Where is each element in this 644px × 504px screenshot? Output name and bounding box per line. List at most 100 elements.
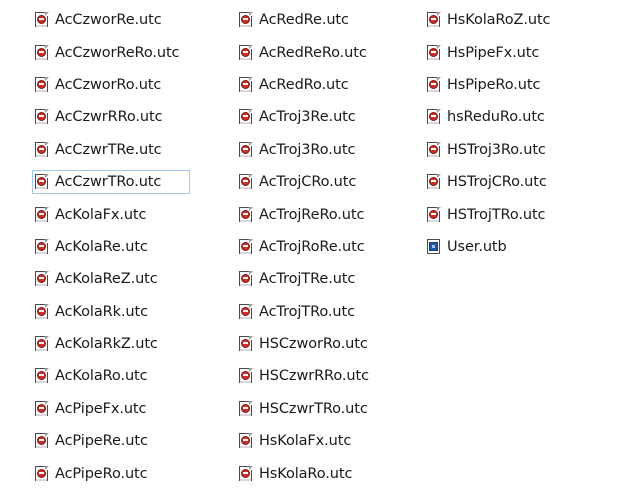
file-item[interactable]: AcCzworReRo.utc xyxy=(28,36,194,68)
utc-file-icon xyxy=(34,174,50,190)
file-list-pane: AcCzworRe.utc AcCzworReRo.utc AcCzworRo.ut… xyxy=(0,0,644,504)
file-name-label: AcCzwrTRe.utc xyxy=(55,141,162,158)
file-name-label: AcRedRe.utc xyxy=(259,12,349,29)
utc-file-icon xyxy=(34,238,50,255)
utc-file-icon xyxy=(426,44,442,61)
utc-file-icon xyxy=(34,206,50,223)
file-item[interactable]: HsPipeFx.utc xyxy=(420,36,550,68)
utc-file-icon xyxy=(238,206,254,223)
file-item[interactable]: HsKolaRoZ.utc xyxy=(420,4,551,36)
file-item[interactable]: AcTroj3Re.utc xyxy=(232,101,369,133)
utc-file-icon xyxy=(238,336,254,352)
file-name-label: HSCzworRo.utc xyxy=(259,336,368,353)
file-name-label: hsReduRo.utc xyxy=(447,109,545,126)
file-name-label: AcCzwrTRo.utc xyxy=(55,174,162,191)
file-item[interactable]: HsKolaRo.utc xyxy=(232,457,369,489)
utc-file-icon xyxy=(34,336,50,352)
file-name-label: AcCzworRe.utc xyxy=(55,12,162,29)
utc-file-icon xyxy=(426,206,442,223)
file-column-1: AcCzworRe.utc AcCzworReRo.utc AcCzworRo.ut… xyxy=(28,4,194,490)
file-name-label: AcTrojCRo.utc xyxy=(259,174,357,191)
utc-file-icon xyxy=(238,141,254,158)
file-name-label: AcPipeRe.utc xyxy=(55,433,148,450)
utc-file-icon xyxy=(238,433,254,449)
file-item[interactable]: HSTrojCRo.utc xyxy=(420,166,550,198)
utc-file-icon xyxy=(238,76,254,93)
file-item[interactable]: AcRedReRo.utc xyxy=(232,36,369,68)
file-item[interactable]: HsKolaFx.utc xyxy=(232,425,369,457)
file-item[interactable]: AcTrojReRo.utc xyxy=(232,198,369,230)
file-name-label: AcRedRo.utc xyxy=(259,76,349,93)
file-item[interactable]: AcTrojCRo.utc xyxy=(232,166,369,198)
file-name-label: AcKolaRe.utc xyxy=(55,238,148,255)
file-item[interactable]: User.utb xyxy=(420,231,550,263)
utc-file-icon xyxy=(426,141,442,158)
file-name-label: AcKolaRkZ.utc xyxy=(55,336,158,353)
utc-file-icon xyxy=(238,109,254,125)
file-item[interactable]: AcRedRe.utc xyxy=(232,4,369,36)
utc-file-icon xyxy=(34,465,50,482)
file-item[interactable]: AcCzwrRRo.utc xyxy=(28,101,194,133)
file-name-label: AcPipeRo.utc xyxy=(55,465,148,482)
file-name-label: HSTroj3Ro.utc xyxy=(447,141,546,158)
utc-file-icon xyxy=(426,109,442,125)
file-name-label: HsPipeFx.utc xyxy=(447,44,540,61)
file-column-3: HsKolaRoZ.utc HsPipeFx.utc HsPipeRo.utc hsR… xyxy=(420,4,551,263)
file-name-label: HSTrojTRo.utc xyxy=(447,206,546,223)
file-item[interactable]: AcRedRo.utc xyxy=(232,69,369,101)
file-name-label: HsPipeRo.utc xyxy=(447,76,541,93)
utc-file-icon xyxy=(238,368,254,384)
utc-file-icon xyxy=(238,12,254,28)
file-item[interactable]: HSTrojTRo.utc xyxy=(420,198,550,230)
file-item[interactable]: AcPipeRo.utc xyxy=(28,457,194,489)
file-item[interactable]: HSCzworRo.utc xyxy=(232,328,369,360)
file-item[interactable]: AcPipeFx.utc xyxy=(28,393,194,425)
file-item[interactable]: HSTroj3Ro.utc xyxy=(420,134,550,166)
utc-file-icon xyxy=(34,368,50,384)
file-item[interactable]: AcCzworRo.utc xyxy=(28,69,194,101)
file-column-2: AcRedRe.utc AcRedReRo.utc AcRedRo.utc AcTro… xyxy=(232,4,369,490)
file-item[interactable]: AcTrojRoRe.utc xyxy=(232,231,369,263)
file-item[interactable]: AcKolaRkZ.utc xyxy=(28,328,194,360)
utc-file-icon xyxy=(238,400,254,417)
file-item[interactable]: AcTroj3Ro.utc xyxy=(232,134,369,166)
utc-file-icon xyxy=(426,174,442,190)
utc-file-icon xyxy=(426,12,442,28)
file-item[interactable]: HsPipeRo.utc xyxy=(420,69,550,101)
file-item[interactable]: AcKolaReZ.utc xyxy=(28,263,194,295)
file-name-label: HSCzwrTRo.utc xyxy=(259,400,368,417)
file-item[interactable]: AcKolaRk.utc xyxy=(28,296,194,328)
file-item[interactable]: AcKolaRo.utc xyxy=(28,360,194,392)
file-item[interactable]: AcTrojTRo.utc xyxy=(232,296,369,328)
file-name-label: HSTrojCRo.utc xyxy=(447,174,547,191)
file-name-label: HSCzwrRRo.utc xyxy=(259,368,369,385)
file-name-label: AcRedReRo.utc xyxy=(259,44,367,61)
file-item[interactable]: HSCzwrRRo.utc xyxy=(232,360,369,392)
utc-file-icon xyxy=(34,400,50,417)
file-item[interactable]: AcCzwrTRe.utc xyxy=(28,134,194,166)
utc-file-icon xyxy=(238,303,254,320)
file-item[interactable]: hsReduRo.utc xyxy=(420,101,550,133)
file-name-label: AcKolaRo.utc xyxy=(55,368,148,385)
file-item[interactable]: AcKolaFx.utc xyxy=(28,198,194,230)
utc-file-icon xyxy=(238,271,254,287)
file-name-label: AcTroj3Ro.utc xyxy=(259,141,356,158)
utc-file-icon xyxy=(34,12,50,28)
file-item[interactable]: AcCzworRe.utc xyxy=(28,4,194,36)
file-item[interactable]: AcTrojTRe.utc xyxy=(232,263,369,295)
file-name-label: AcTrojTRo.utc xyxy=(259,303,355,320)
file-name-label: AcTrojReRo.utc xyxy=(259,206,365,223)
utc-file-icon xyxy=(34,433,50,449)
file-item[interactable]: AcKolaRe.utc xyxy=(28,231,194,263)
file-name-label: User.utb xyxy=(447,238,507,255)
file-name-label: AcPipeFx.utc xyxy=(55,400,147,417)
file-name-label: AcKolaFx.utc xyxy=(55,206,147,223)
file-name-label: AcTroj3Re.utc xyxy=(259,109,356,126)
file-name-label: AcTrojRoRe.utc xyxy=(259,238,365,255)
file-item[interactable]: AcPipeRe.utc xyxy=(28,425,194,457)
utc-file-icon xyxy=(34,44,50,61)
file-name-label: HsKolaRo.utc xyxy=(259,465,353,482)
file-item[interactable]: HSCzwrTRo.utc xyxy=(232,393,369,425)
file-item[interactable]: AcCzwrTRo.utc xyxy=(28,166,194,198)
utc-file-icon xyxy=(238,174,254,190)
